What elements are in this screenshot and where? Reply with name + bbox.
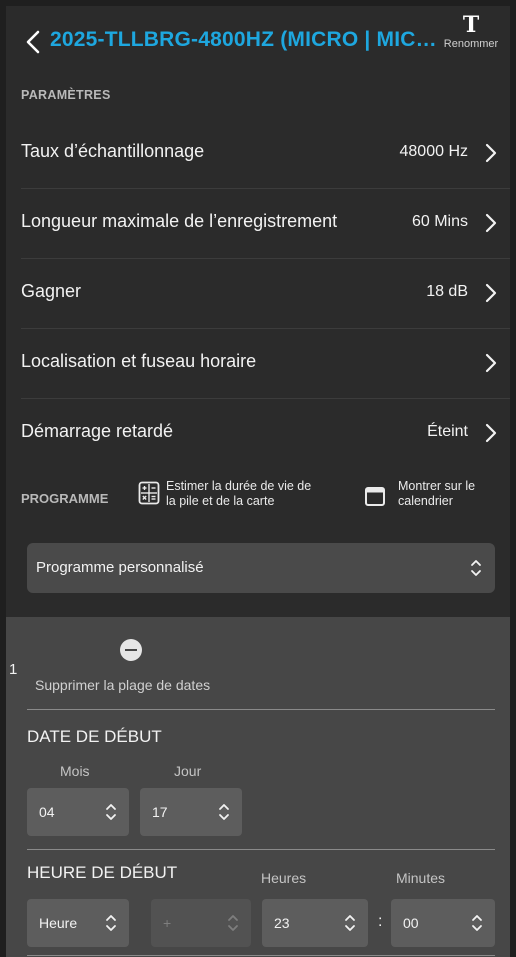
minus-circle-icon[interactable] [120, 639, 142, 661]
row-max-recording-length[interactable]: Longueur maximale de l’enregistrement 60… [21, 189, 510, 259]
offset-sign-stepper[interactable]: + [151, 899, 251, 947]
day-stepper[interactable]: 17 [140, 788, 242, 836]
program-section-header: PROGRAMME Estimer la durée de vie de la … [6, 466, 510, 526]
chevron-right-icon [485, 283, 497, 303]
schedule-panel: 1 Supprimer la plage de dates DATE DE DÉ… [6, 617, 510, 957]
hours-stepper[interactable]: 23 [262, 899, 368, 947]
estimate-line-1: Estimer la durée de vie de [166, 479, 312, 493]
row-label: Taux d’échantillonnage [21, 141, 205, 161]
header: 2025-TLLBRG-4800HZ (MICRO | MICR.. T Ren… [6, 6, 510, 78]
chevron-right-icon [485, 423, 497, 443]
minutes-value: 00 [403, 915, 419, 931]
chevron-right-icon [485, 143, 497, 163]
day-label: Jour [174, 763, 202, 779]
calendar-icon [365, 487, 385, 506]
row-value: 60 Mins [411, 213, 468, 230]
row-location-timezone[interactable]: Localisation et fuseau horaire [21, 329, 510, 399]
rename-button[interactable]: T Renommer [440, 12, 502, 50]
rename-label: Renommer [443, 38, 499, 50]
row-value: Éteint [427, 423, 468, 440]
rename-icon: T [462, 12, 480, 38]
row-gain[interactable]: Gagner 18 dB [21, 259, 510, 329]
row-delayed-start[interactable]: Démarrage retardé Éteint [21, 399, 510, 468]
row-label: Démarrage retardé [21, 421, 174, 441]
chevron-up-down-icon [106, 915, 116, 931]
hours-label: Heures [261, 870, 307, 886]
offset-sign-value: + [163, 915, 172, 931]
month-label: Mois [60, 763, 90, 779]
time-separator: : [378, 913, 383, 930]
app-screen: 2025-TLLBRG-4800HZ (MICRO | MICR.. T Ren… [6, 6, 510, 957]
estimate-label: Estimer la durée de vie de la pile et de… [166, 479, 311, 509]
page-title: 2025-TLLBRG-4800HZ (MICRO | MICR.. [50, 28, 442, 51]
row-label: Longueur maximale de l’enregistrement [21, 211, 338, 231]
hours-value: 23 [274, 915, 290, 931]
schedule-index: 1 [9, 661, 18, 678]
divider [27, 849, 495, 850]
calendar-label: Montrer sur le calendrier [398, 479, 475, 509]
minutes-stepper[interactable]: 00 [391, 899, 495, 947]
chevron-up-down-icon [471, 560, 481, 576]
day-value: 17 [152, 804, 168, 820]
row-label: Localisation et fuseau horaire [21, 351, 257, 371]
time-mode-value: Heure [39, 915, 78, 931]
row-value: 18 dB [426, 283, 468, 300]
chevron-up-down-icon [345, 915, 355, 931]
chevron-up-down-icon [219, 804, 229, 820]
delete-date-range-label[interactable]: Supprimer la plage de dates [35, 677, 210, 693]
row-sample-rate[interactable]: Taux d’échantillonnage 48000 Hz [21, 119, 510, 189]
row-value: 48000 Hz [399, 143, 469, 160]
month-stepper[interactable]: 04 [27, 788, 129, 836]
month-value: 04 [39, 804, 55, 820]
start-date-title: DATE DE DÉBUT [27, 727, 162, 746]
minutes-label: Minutes [396, 870, 446, 886]
start-time-title: HEURE DE DÉBUT [27, 863, 178, 882]
program-heading: PROGRAMME [21, 491, 109, 506]
program-select-value: Programme personnalisé [36, 559, 204, 576]
divider [27, 955, 495, 956]
divider [27, 709, 495, 710]
calculator-icon [138, 481, 160, 505]
calendar-line-2: calendrier [398, 494, 453, 508]
parameters-heading: PARAMÈTRES [21, 88, 111, 102]
chevron-up-down-icon [106, 804, 116, 820]
chevron-right-icon [485, 213, 497, 233]
chevron-up-down-icon [472, 915, 482, 931]
estimate-line-2: la pile et de la carte [166, 494, 275, 508]
program-select[interactable]: Programme personnalisé [27, 543, 495, 593]
chevron-right-icon [485, 353, 497, 373]
calendar-line-1: Montrer sur le [398, 479, 476, 493]
parameters-list: Taux d’échantillonnage 48000 Hz Longueur… [6, 119, 510, 468]
row-label: Gagner [21, 281, 82, 301]
chevron-left-icon[interactable] [22, 28, 46, 56]
chevron-up-down-icon [228, 915, 238, 931]
time-mode-stepper[interactable]: Heure [27, 899, 129, 947]
